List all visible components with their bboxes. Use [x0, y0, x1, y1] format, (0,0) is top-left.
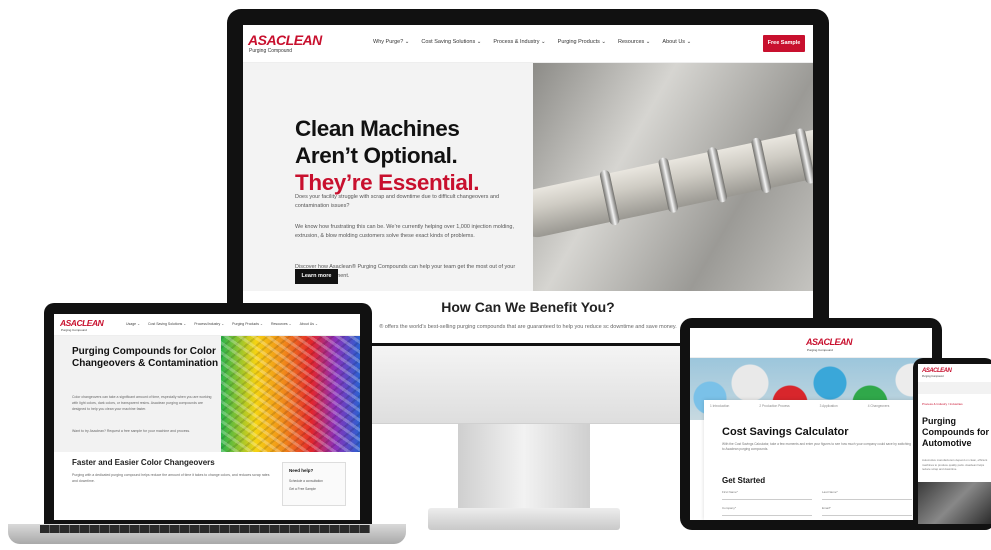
phone-breadcrumb[interactable]: Process & Industry / Industries: [922, 402, 963, 406]
step-introduction[interactable]: 1 Introduction: [710, 404, 729, 408]
extruder-screw-photo: [533, 63, 813, 291]
laptop-section-title: Faster and Easier Color Changeovers: [72, 458, 215, 467]
laptop-section-text: Purging with a dedicated purging compoun…: [72, 473, 270, 483]
phone-logo-subtitle: Purging Compound: [922, 375, 944, 378]
first-name-field[interactable]: [722, 492, 812, 500]
hero-text-panel: Clean Machines Aren’t Optional. They’re …: [243, 63, 533, 291]
help-free-sample-link[interactable]: Get a Free Sample: [289, 487, 316, 491]
help-consultation-link[interactable]: Schedule a consultation: [289, 479, 323, 483]
laptop-nav-cost[interactable]: Cost Saving Solutions ⌄: [148, 322, 186, 326]
responsive-devices-mockup: ASACLEAN Purging Compound Why Purge? ⌄ C…: [0, 0, 991, 550]
nav-purging-products[interactable]: Purging Products ⌄: [558, 39, 606, 45]
laptop-nav-resources[interactable]: Resources ⌄: [271, 322, 292, 326]
calculator-card: 1 Introduction 2 Production Process 3 Ap…: [704, 400, 920, 520]
phone-paragraph: Automotive manufacturers depend on clean…: [922, 458, 988, 471]
laptop-nav-about[interactable]: About Us ⌄: [300, 322, 318, 326]
car-interior-photo: [918, 482, 991, 524]
laptop-nav-usage[interactable]: Usage ⌄: [126, 322, 140, 326]
laptop-paragraph-1: Color changeovers can take a significant…: [72, 395, 212, 411]
nav-process-industry[interactable]: Process & Industry ⌄: [493, 39, 545, 45]
laptop-screen: ASACLEAN Purging Compound Usage ⌄ Cost S…: [54, 314, 360, 520]
calculator-title: Cost Savings Calculator: [722, 426, 849, 438]
learn-more-button[interactable]: Learn more: [295, 269, 338, 284]
headline-line-3: They’re Essential.: [295, 170, 480, 195]
monitor-stand: [458, 424, 590, 512]
phone-menu-bar[interactable]: [918, 382, 991, 394]
desktop-nav: Why Purge? ⌄ Cost Saving Solutions ⌄ Pro…: [373, 39, 691, 45]
laptop-header: ASACLEAN Purging Compound Usage ⌄ Cost S…: [54, 314, 360, 336]
calculator-description: With the Cost Savings Calculator, take a…: [722, 442, 911, 451]
laptop-paragraph-2: Want to try Asaclean? Request a free sam…: [72, 429, 191, 433]
laptop-logo[interactable]: ASACLEAN: [60, 319, 104, 328]
step-changeovers[interactable]: 4 Changeovers: [868, 404, 890, 408]
laptop-hero-panel: Purging Compounds for Color Changeovers …: [54, 336, 221, 452]
email-field[interactable]: [822, 508, 912, 516]
phone-screen: ASACLEAN Purging Compound Process & Indu…: [918, 364, 991, 524]
logo-subtitle: Purging Compound: [249, 48, 293, 54]
free-sample-button[interactable]: Free Sample: [763, 35, 805, 52]
hero-paragraph-2: We know how frustrating this can be. We’…: [295, 224, 514, 239]
nav-why-purge[interactable]: Why Purge? ⌄: [373, 39, 409, 45]
calculator-steps: 1 Introduction 2 Production Process 3 Ap…: [710, 404, 889, 408]
headline-line-2: Aren’t Optional.: [295, 143, 458, 168]
get-started-title: Get Started: [722, 476, 766, 485]
monitor-base: [428, 508, 620, 530]
asaclean-logo[interactable]: ASACLEAN: [248, 33, 322, 47]
nav-cost-saving[interactable]: Cost Saving Solutions ⌄: [421, 39, 481, 45]
need-help-title: Need help?: [289, 468, 314, 473]
step-production[interactable]: 2 Production Process: [759, 404, 789, 408]
phone-headline: Purging Compounds for Automotive: [922, 416, 989, 448]
benefit-subtitle: ® offers the world’s best-selling purgin…: [379, 324, 677, 330]
color-pellets-photo: [221, 336, 360, 452]
need-help-box: Need help? Schedule a consultation Get a…: [282, 462, 346, 506]
desktop-header: ASACLEAN Purging Compound Why Purge? ⌄ C…: [243, 25, 813, 63]
company-field[interactable]: [722, 508, 812, 516]
step-application[interactable]: 3 Application: [820, 404, 838, 408]
laptop-nav-products[interactable]: Purging Products ⌄: [232, 322, 263, 326]
nav-about-us[interactable]: About Us ⌄: [662, 39, 691, 45]
phone-logo[interactable]: ASACLEAN: [922, 368, 952, 374]
headline-line-1: Clean Machines: [295, 116, 460, 141]
tablet-logo-subtitle: Purging Compound: [807, 348, 833, 352]
laptop-keyboard: [40, 525, 370, 533]
last-name-field[interactable]: [822, 492, 912, 500]
tablet-screen: ASACLEAN Purging Compound 1 Introduction…: [690, 328, 932, 520]
tablet-logo[interactable]: ASACLEAN: [806, 338, 853, 347]
nav-resources[interactable]: Resources ⌄: [618, 39, 650, 45]
desktop-screen: ASACLEAN Purging Compound Why Purge? ⌄ C…: [243, 25, 813, 343]
laptop-nav-process[interactable]: Process/Industry ⌄: [194, 322, 224, 326]
laptop-nav: Usage ⌄ Cost Saving Solutions ⌄ Process/…: [126, 322, 318, 326]
laptop-logo-subtitle: Purging Compound: [61, 328, 87, 332]
screw-shape: [533, 123, 813, 241]
hero-paragraph-1: Does your facility struggle with scrap a…: [295, 194, 500, 209]
tablet-header: ASACLEAN Purging Compound: [690, 328, 932, 358]
laptop-headline: Purging Compounds for Color Changeovers …: [72, 346, 219, 369]
hero-headline: Clean Machines Aren’t Optional. They’re …: [295, 115, 480, 196]
